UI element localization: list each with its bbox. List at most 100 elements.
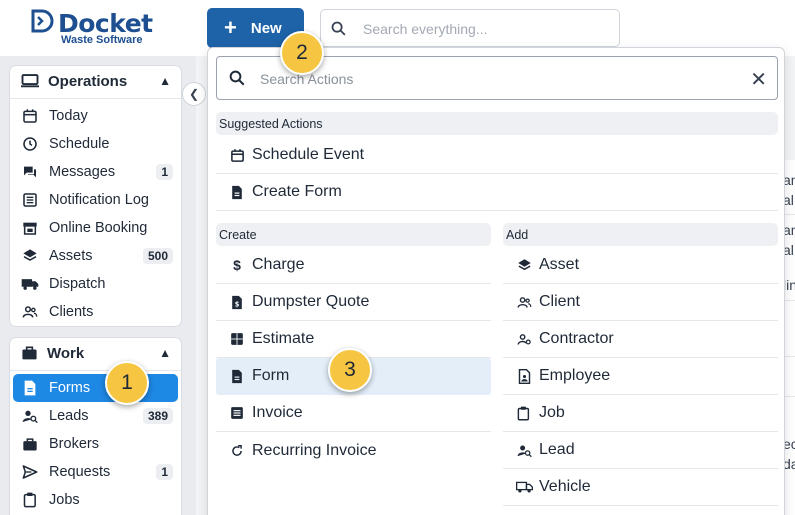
send-icon xyxy=(21,463,39,481)
action-label: Recurring Invoice xyxy=(252,441,377,459)
add-header: Add xyxy=(503,223,778,246)
create-header: Create xyxy=(216,223,491,246)
action-label: Charge xyxy=(252,256,305,273)
action-add-lead[interactable]: Lead xyxy=(503,432,778,469)
user-search-icon xyxy=(21,407,39,425)
sidebar-item-online-booking[interactable]: Online Booking xyxy=(10,214,181,242)
close-icon[interactable]: ✕ xyxy=(750,67,767,92)
sidebar-item-schedule[interactable]: Schedule xyxy=(10,130,181,158)
action-dumpster-quote[interactable]: $ Dumpster Quote xyxy=(216,284,491,321)
refresh-icon xyxy=(228,444,246,458)
search-icon xyxy=(229,70,245,86)
action-create-form[interactable]: Create Form xyxy=(216,174,778,211)
docket-logo-icon xyxy=(31,9,54,33)
count-badge: 1 xyxy=(156,164,173,180)
sidebar-item-brokers[interactable]: Brokers xyxy=(10,430,181,458)
action-label: Dumpster Quote xyxy=(252,293,370,310)
sidebar-item-dispatch[interactable]: Dispatch xyxy=(10,270,181,298)
count-badge: 500 xyxy=(142,248,173,264)
file-icon xyxy=(228,185,246,200)
truck-icon xyxy=(515,480,533,494)
new-action-menu: Search Actions ✕ Suggested Actions Sched… xyxy=(207,47,785,515)
calculator-icon xyxy=(228,332,246,346)
sidebar-item-notification-log[interactable]: Notification Log xyxy=(10,186,181,214)
sidebar-item-label: Notification Log xyxy=(49,192,149,208)
users-icon xyxy=(515,295,533,310)
action-label: Client xyxy=(539,293,580,310)
action-label: Invoice xyxy=(252,404,303,421)
divider xyxy=(10,370,181,371)
action-label: Form xyxy=(252,367,290,384)
sidebar: Operations ▲ Today Schedule Messages 1 N… xyxy=(0,56,196,515)
divider xyxy=(10,98,181,99)
chat-icon xyxy=(21,163,39,181)
brand-subtitle: Waste Software xyxy=(61,34,143,46)
user-search-icon xyxy=(515,443,533,458)
id-icon xyxy=(515,368,533,384)
sidebar-item-jobs[interactable]: Jobs xyxy=(10,486,181,514)
work-header[interactable]: Work ▲ xyxy=(10,338,181,368)
sidebar-item-label: Today xyxy=(49,108,88,124)
chevron-up-icon[interactable]: ▲ xyxy=(159,346,171,360)
action-label: Asset xyxy=(539,256,580,273)
count-badge: 389 xyxy=(142,408,173,424)
user-gear-icon xyxy=(515,332,533,347)
action-add-asset[interactable]: Asset xyxy=(503,247,778,284)
invoice-icon xyxy=(228,406,246,420)
action-label: Employee xyxy=(539,367,611,384)
action-label: Job xyxy=(539,404,565,421)
sidebar-item-today[interactable]: Today xyxy=(10,102,181,130)
action-label: Contractor xyxy=(539,330,614,347)
operations-header[interactable]: Operations ▲ xyxy=(10,66,181,96)
action-add-contractor[interactable]: Contractor xyxy=(503,321,778,358)
sidebar-item-label: Dispatch xyxy=(49,276,106,292)
sidebar-item-label: Online Booking xyxy=(49,220,148,236)
clipboard-icon xyxy=(515,406,533,421)
clock-icon xyxy=(21,135,39,153)
sidebar-item-label: Clients xyxy=(49,304,94,320)
briefcase-icon xyxy=(22,346,37,360)
action-invoice[interactable]: Invoice xyxy=(216,395,491,432)
sidebar-item-leads[interactable]: Leads 389 xyxy=(10,402,181,430)
action-add-job[interactable]: Job xyxy=(503,395,778,432)
global-search-input[interactable]: Search everything... xyxy=(320,9,620,47)
work-panel: Work ▲ Forms Leads 389 Brokers Requests … xyxy=(9,337,182,515)
action-label: Create Form xyxy=(252,183,342,200)
search-icon xyxy=(331,21,346,36)
sidebar-item-label: Assets xyxy=(49,248,93,264)
action-recurring-invoice[interactable]: Recurring Invoice xyxy=(216,432,491,469)
layers-icon xyxy=(515,258,533,273)
action-charge[interactable]: $ Charge xyxy=(216,247,491,284)
sidebar-item-label: Requests xyxy=(49,464,111,480)
sidebar-item-label: Leads xyxy=(49,408,89,424)
sidebar-item-clients[interactable]: Clients xyxy=(10,298,181,326)
chevron-up-icon[interactable]: ▲ xyxy=(159,74,171,88)
action-label: Estimate xyxy=(252,330,315,347)
dollar-icon: $ xyxy=(233,257,241,273)
sidebar-item-label: Brokers xyxy=(49,436,99,452)
truck-icon xyxy=(21,275,39,293)
sidebar-item-label: Forms xyxy=(49,380,91,396)
action-schedule-event[interactable]: Schedule Event xyxy=(216,137,778,174)
plus-icon: + xyxy=(224,15,237,40)
step-callout-2: 2 xyxy=(280,31,324,75)
suggested-actions-header: Suggested Actions xyxy=(216,112,778,135)
store-icon xyxy=(21,219,39,237)
action-add-employee[interactable]: Employee xyxy=(503,358,778,395)
work-title: Work xyxy=(47,344,85,362)
action-add-vehicle[interactable]: Vehicle xyxy=(503,469,778,506)
file-icon xyxy=(228,369,246,384)
sidebar-item-forms[interactable]: Forms xyxy=(13,374,178,402)
action-label: Vehicle xyxy=(539,478,591,495)
calendar-icon xyxy=(21,107,39,125)
step-callout-3: 3 xyxy=(328,348,372,392)
sidebar-item-assets[interactable]: Assets 500 xyxy=(10,242,181,270)
action-add-client[interactable]: Client xyxy=(503,284,778,321)
action-label: Lead xyxy=(539,441,575,458)
logo[interactable]: Docket Waste Software xyxy=(30,7,180,51)
calendar-icon xyxy=(228,148,246,163)
users-icon xyxy=(21,303,39,321)
sidebar-item-messages[interactable]: Messages 1 xyxy=(10,158,181,186)
sidebar-item-requests[interactable]: Requests 1 xyxy=(10,458,181,486)
collapse-sidebar-button[interactable]: ❮ xyxy=(182,82,206,106)
